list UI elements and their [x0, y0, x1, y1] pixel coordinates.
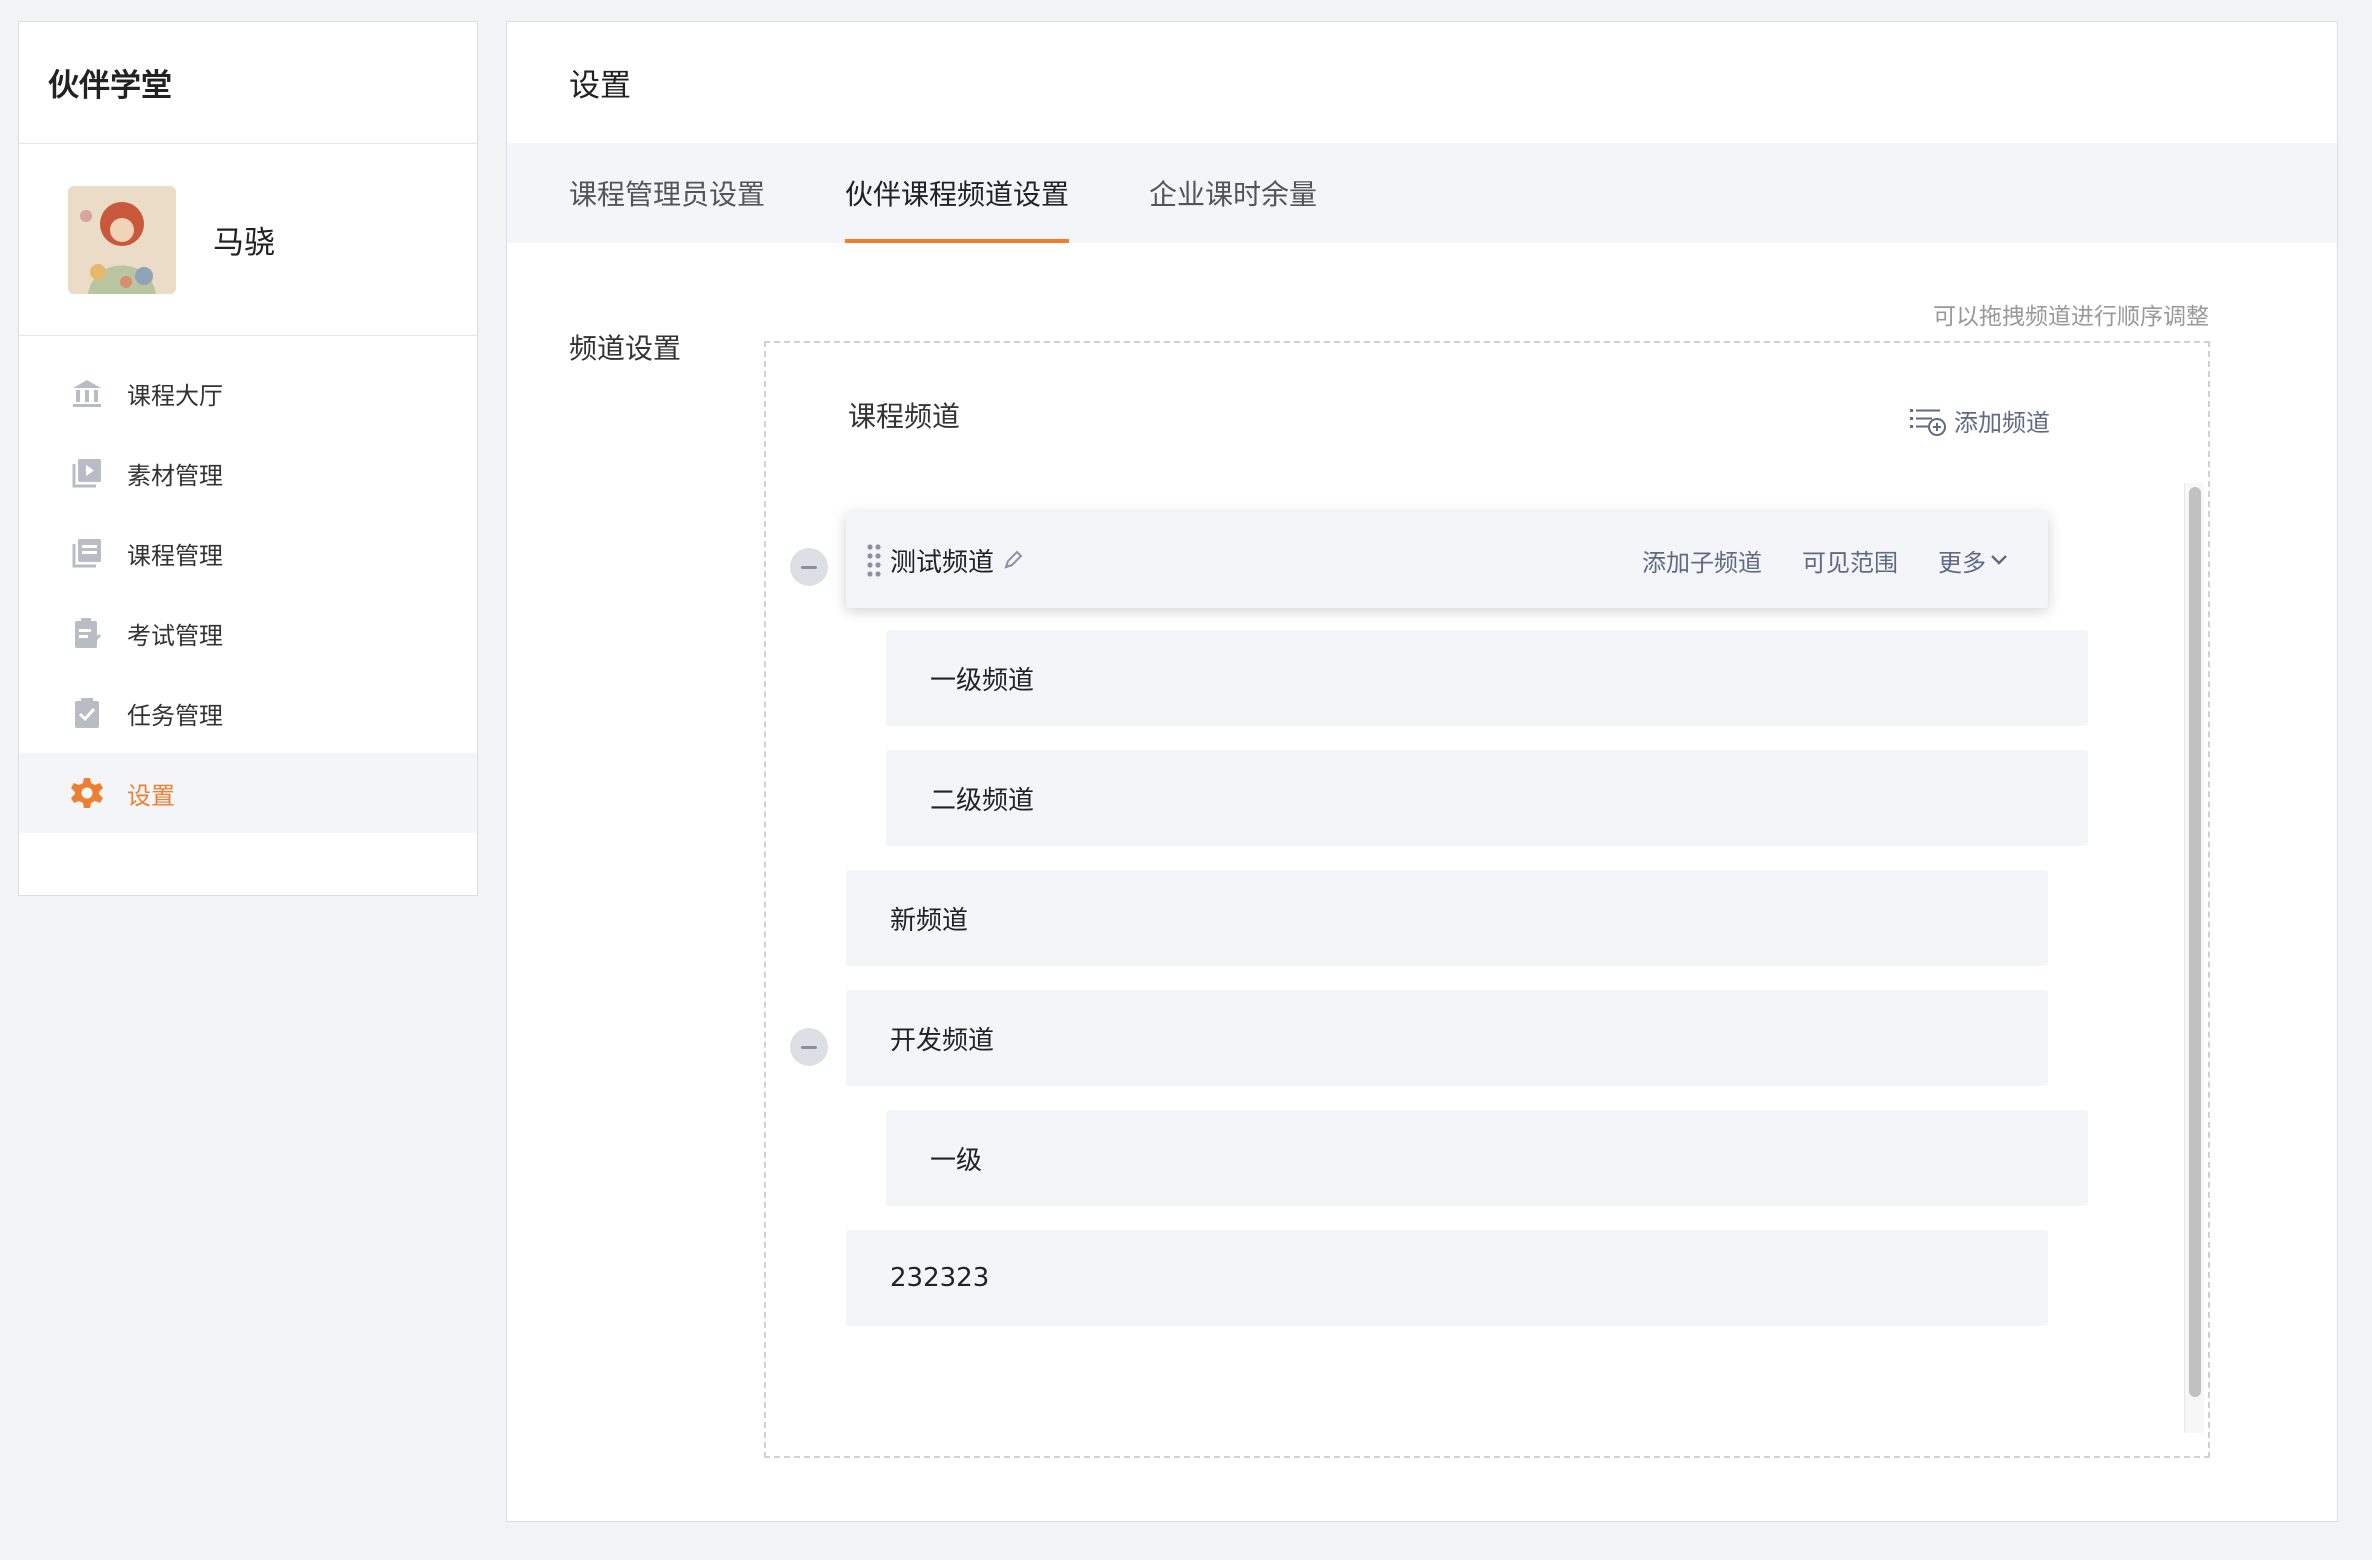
collapse-button[interactable] — [790, 548, 828, 586]
channel-label: 二级频道 — [930, 785, 1035, 816]
channel-row[interactable]: 开发频道 — [846, 990, 2048, 1086]
nav-item-course-hall[interactable]: 课程大厅 — [19, 353, 477, 433]
tab-bar: 课程管理员设置 伙伴课程频道设置 企业课时余量 — [507, 143, 2337, 243]
course-icon — [69, 535, 105, 571]
channel-box: 课程频道 添加频道 测试频道 添加子频道 可见范围 更多 一级频道 二级频道 新… — [764, 341, 2210, 1458]
drag-hint: 可以拖拽频道进行顺序调整 — [1933, 304, 2209, 330]
add-channel-label: 添加频道 — [1954, 409, 2050, 437]
channel-label: 一级频道 — [930, 665, 1035, 696]
channel-row[interactable]: 232323 — [846, 1230, 2048, 1326]
brand-title: 伙伴学堂 — [19, 22, 477, 144]
channel-label: 一级 — [930, 1145, 983, 1176]
user-profile: 马骁 — [19, 144, 477, 336]
more-label: 更多 — [1938, 548, 1986, 577]
media-icon — [69, 455, 105, 491]
task-icon — [69, 695, 105, 731]
sidebar: 伙伴学堂 马骁 课程大厅 素材管理 课程管理 考试管理 任务管理 设置 — [18, 21, 478, 896]
nav-item-exams[interactable]: 考试管理 — [19, 593, 477, 673]
tab-partner-channel[interactable]: 伙伴课程频道设置 — [845, 143, 1070, 243]
channel-row[interactable]: 二级频道 — [886, 750, 2088, 846]
channel-row[interactable]: 测试频道 添加子频道 可见范围 更多 — [846, 512, 2048, 608]
nav-label: 设置 — [127, 781, 175, 810]
tab-enterprise-hours[interactable]: 企业课时余量 — [1149, 143, 1317, 243]
channel-label: 232323 — [890, 1263, 990, 1293]
nav-item-settings[interactable]: 设置 — [19, 753, 477, 833]
channel-label: 测试频道 — [890, 547, 995, 578]
scrollbar-thumb[interactable] — [2189, 487, 2201, 1397]
nav-label: 素材管理 — [127, 461, 223, 490]
tab-course-admin[interactable]: 课程管理员设置 — [569, 143, 765, 243]
more-dropdown[interactable]: 更多 — [1938, 543, 2008, 578]
channel-label: 开发频道 — [890, 1025, 995, 1056]
section-label: 频道设置 — [569, 332, 682, 365]
nav-item-materials[interactable]: 素材管理 — [19, 433, 477, 513]
scrollbar[interactable] — [2184, 483, 2204, 1433]
nav-item-tasks[interactable]: 任务管理 — [19, 673, 477, 753]
nav-label: 任务管理 — [127, 701, 223, 730]
add-channel-button[interactable]: 添加频道 — [1908, 403, 2050, 438]
add-list-icon — [1910, 408, 1946, 436]
visibility-button[interactable]: 可见范围 — [1802, 543, 1898, 578]
channel-row[interactable]: 一级频道 — [886, 630, 2088, 726]
chevron-down-icon — [1991, 555, 2007, 565]
channel-row[interactable]: 一级 — [886, 1110, 2088, 1206]
nav-item-courses[interactable]: 课程管理 — [19, 513, 477, 593]
page-title: 设置 — [569, 68, 631, 104]
nav-label: 课程管理 — [127, 541, 223, 570]
building-icon — [69, 375, 105, 411]
main-panel: 设置 课程管理员设置 伙伴课程频道设置 企业课时余量 频道设置 可以拖拽频道进行… — [506, 21, 2338, 1522]
avatar[interactable] — [68, 185, 176, 294]
channel-row[interactable]: 新频道 — [846, 870, 2048, 966]
box-title: 课程频道 — [848, 400, 961, 433]
row-actions: 添加子频道 可见范围 更多 — [1602, 512, 2008, 608]
username: 马骁 — [213, 225, 275, 261]
sidebar-nav: 课程大厅 素材管理 课程管理 考试管理 任务管理 设置 — [19, 336, 477, 833]
add-subchannel-button[interactable]: 添加子频道 — [1642, 543, 1762, 578]
nav-label: 课程大厅 — [127, 381, 223, 410]
edit-icon[interactable] — [1002, 549, 1024, 571]
drag-handle-icon[interactable] — [864, 541, 884, 579]
channel-label: 新频道 — [890, 905, 969, 936]
nav-label: 考试管理 — [127, 621, 223, 650]
exam-icon — [69, 615, 105, 651]
collapse-button[interactable] — [790, 1028, 828, 1066]
gear-icon — [69, 775, 105, 811]
